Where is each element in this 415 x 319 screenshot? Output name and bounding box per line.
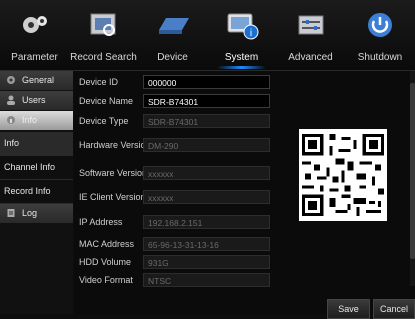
hdd-volume-label: HDD Volume [79, 257, 132, 267]
ie-client-version-label: IE Client Version [79, 192, 146, 202]
device-id-label: Device ID [79, 77, 119, 87]
log-icon [7, 209, 15, 217]
sidebar-item-label: General [22, 75, 55, 85]
monitor-info-icon: i [227, 13, 258, 40]
gear-icon [7, 76, 15, 84]
svg-text:i: i [249, 28, 251, 39]
nav-shutdown[interactable]: Shutdown [345, 0, 415, 70]
sidebar-subitem-record-info[interactable]: Record Info [0, 180, 73, 204]
sidebar-item-label: Record Info [4, 186, 51, 196]
sidebar-item-log[interactable]: Log [0, 204, 73, 224]
software-version-label: Software Version [79, 168, 148, 178]
power-icon [368, 13, 392, 37]
hdd-icon [158, 18, 189, 34]
nav-label: Device [157, 52, 188, 63]
ip-address-field: 192.168.2.151 [143, 215, 270, 229]
sidebar: General Users Info Info Channel Info Rec… [0, 71, 73, 314]
video-format-field: NTSC [143, 273, 270, 287]
device-info-panel: Device ID 000000 Device Name SDR-B74301 … [74, 71, 415, 319]
hdd-volume-field: 931G [143, 255, 270, 269]
mac-address-field: 65-96-13-31-13-16 [143, 237, 270, 251]
save-button[interactable]: Save [327, 299, 370, 319]
video-format-label: Video Format [79, 275, 133, 285]
mac-address-label: MAC Address [79, 239, 135, 249]
cancel-button[interactable]: Cancel [373, 299, 415, 319]
nav-label: Parameter [11, 52, 58, 63]
ie-client-version-field: xxxxxx [143, 190, 270, 204]
sidebar-item-users[interactable]: Users [0, 91, 73, 111]
sidebar-item-label: Info [4, 138, 20, 148]
info-icon [7, 116, 15, 124]
sidebar-item-label: Users [22, 95, 46, 105]
scrollbar-thumb[interactable] [410, 83, 415, 259]
qr-code-image [299, 129, 387, 221]
sidebar-item-label: Log [22, 208, 38, 218]
active-tab-indicator [217, 66, 266, 69]
film-icon [90, 13, 115, 36]
hardware-version-field: DM-290 [143, 138, 270, 152]
sliders-icon [298, 15, 323, 35]
device-type-field: SDR-B74301 [143, 114, 270, 128]
nav-label: Advanced [288, 52, 333, 63]
nav-system[interactable]: i System [207, 0, 276, 70]
software-version-field: xxxxxx [143, 166, 270, 180]
nav-label: Record Search [70, 52, 137, 63]
nav-advanced[interactable]: Advanced [276, 0, 345, 70]
device-type-label: Device Type [79, 116, 129, 126]
nav-parameter[interactable]: Parameter [0, 0, 69, 70]
sidebar-subitem-channel-info[interactable]: Channel Info [0, 156, 73, 180]
nav-label: System [224, 52, 259, 63]
device-name-field[interactable]: SDR-B74301 [143, 94, 270, 108]
sidebar-item-general[interactable]: General [0, 71, 73, 91]
gears-icon [22, 16, 47, 33]
nav-label: Shutdown [357, 52, 403, 63]
ip-address-label: IP Address [79, 217, 123, 227]
nav-device[interactable]: Device [138, 0, 207, 70]
device-name-label: Device Name [79, 96, 134, 106]
sidebar-item-info[interactable]: Info [0, 111, 73, 131]
sidebar-item-label: Channel Info [4, 162, 56, 172]
user-icon [7, 95, 15, 105]
hardware-version-label: Hardware Version [79, 140, 151, 150]
sidebar-item-label: Info [22, 115, 38, 125]
nav-record-search[interactable]: Record Search [69, 0, 138, 70]
top-navigation: Parameter Record Search Device i System [0, 0, 415, 71]
device-id-field[interactable]: 000000 [143, 75, 270, 89]
sidebar-subitem-info[interactable]: Info [0, 132, 73, 156]
